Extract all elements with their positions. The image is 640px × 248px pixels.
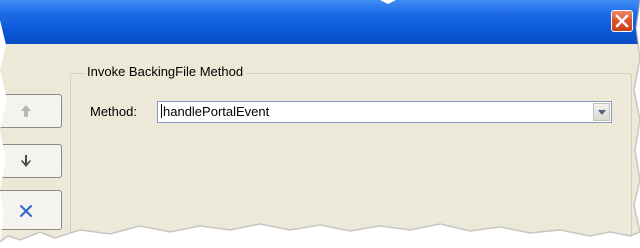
- arrow-down-icon: [21, 155, 31, 167]
- chevron-down-icon: [598, 110, 606, 115]
- delete-x-icon: [20, 205, 32, 217]
- text-cursor: [161, 104, 162, 118]
- title-bar: [0, 0, 640, 44]
- method-value-wrapper: handlePortalEvent: [161, 103, 269, 121]
- method-dropdown-button[interactable]: [593, 103, 610, 121]
- groupbox-title: Invoke BackingFile Method: [84, 63, 247, 81]
- delete-button[interactable]: [0, 190, 62, 230]
- invoke-method-groupbox: [70, 73, 632, 242]
- close-button[interactable]: [611, 10, 633, 32]
- method-label: Method:: [90, 104, 137, 119]
- arrow-up-icon: [21, 105, 31, 117]
- method-combobox[interactable]: handlePortalEvent: [157, 101, 612, 123]
- close-icon: [615, 14, 629, 28]
- screenshot-stage: Invoke BackingFile Method Method: handle…: [0, 0, 640, 248]
- method-value: handlePortalEvent: [163, 104, 270, 119]
- dialog-window: Invoke BackingFile Method Method: handle…: [0, 0, 640, 242]
- move-down-button[interactable]: [0, 144, 62, 178]
- move-up-button[interactable]: [0, 94, 62, 128]
